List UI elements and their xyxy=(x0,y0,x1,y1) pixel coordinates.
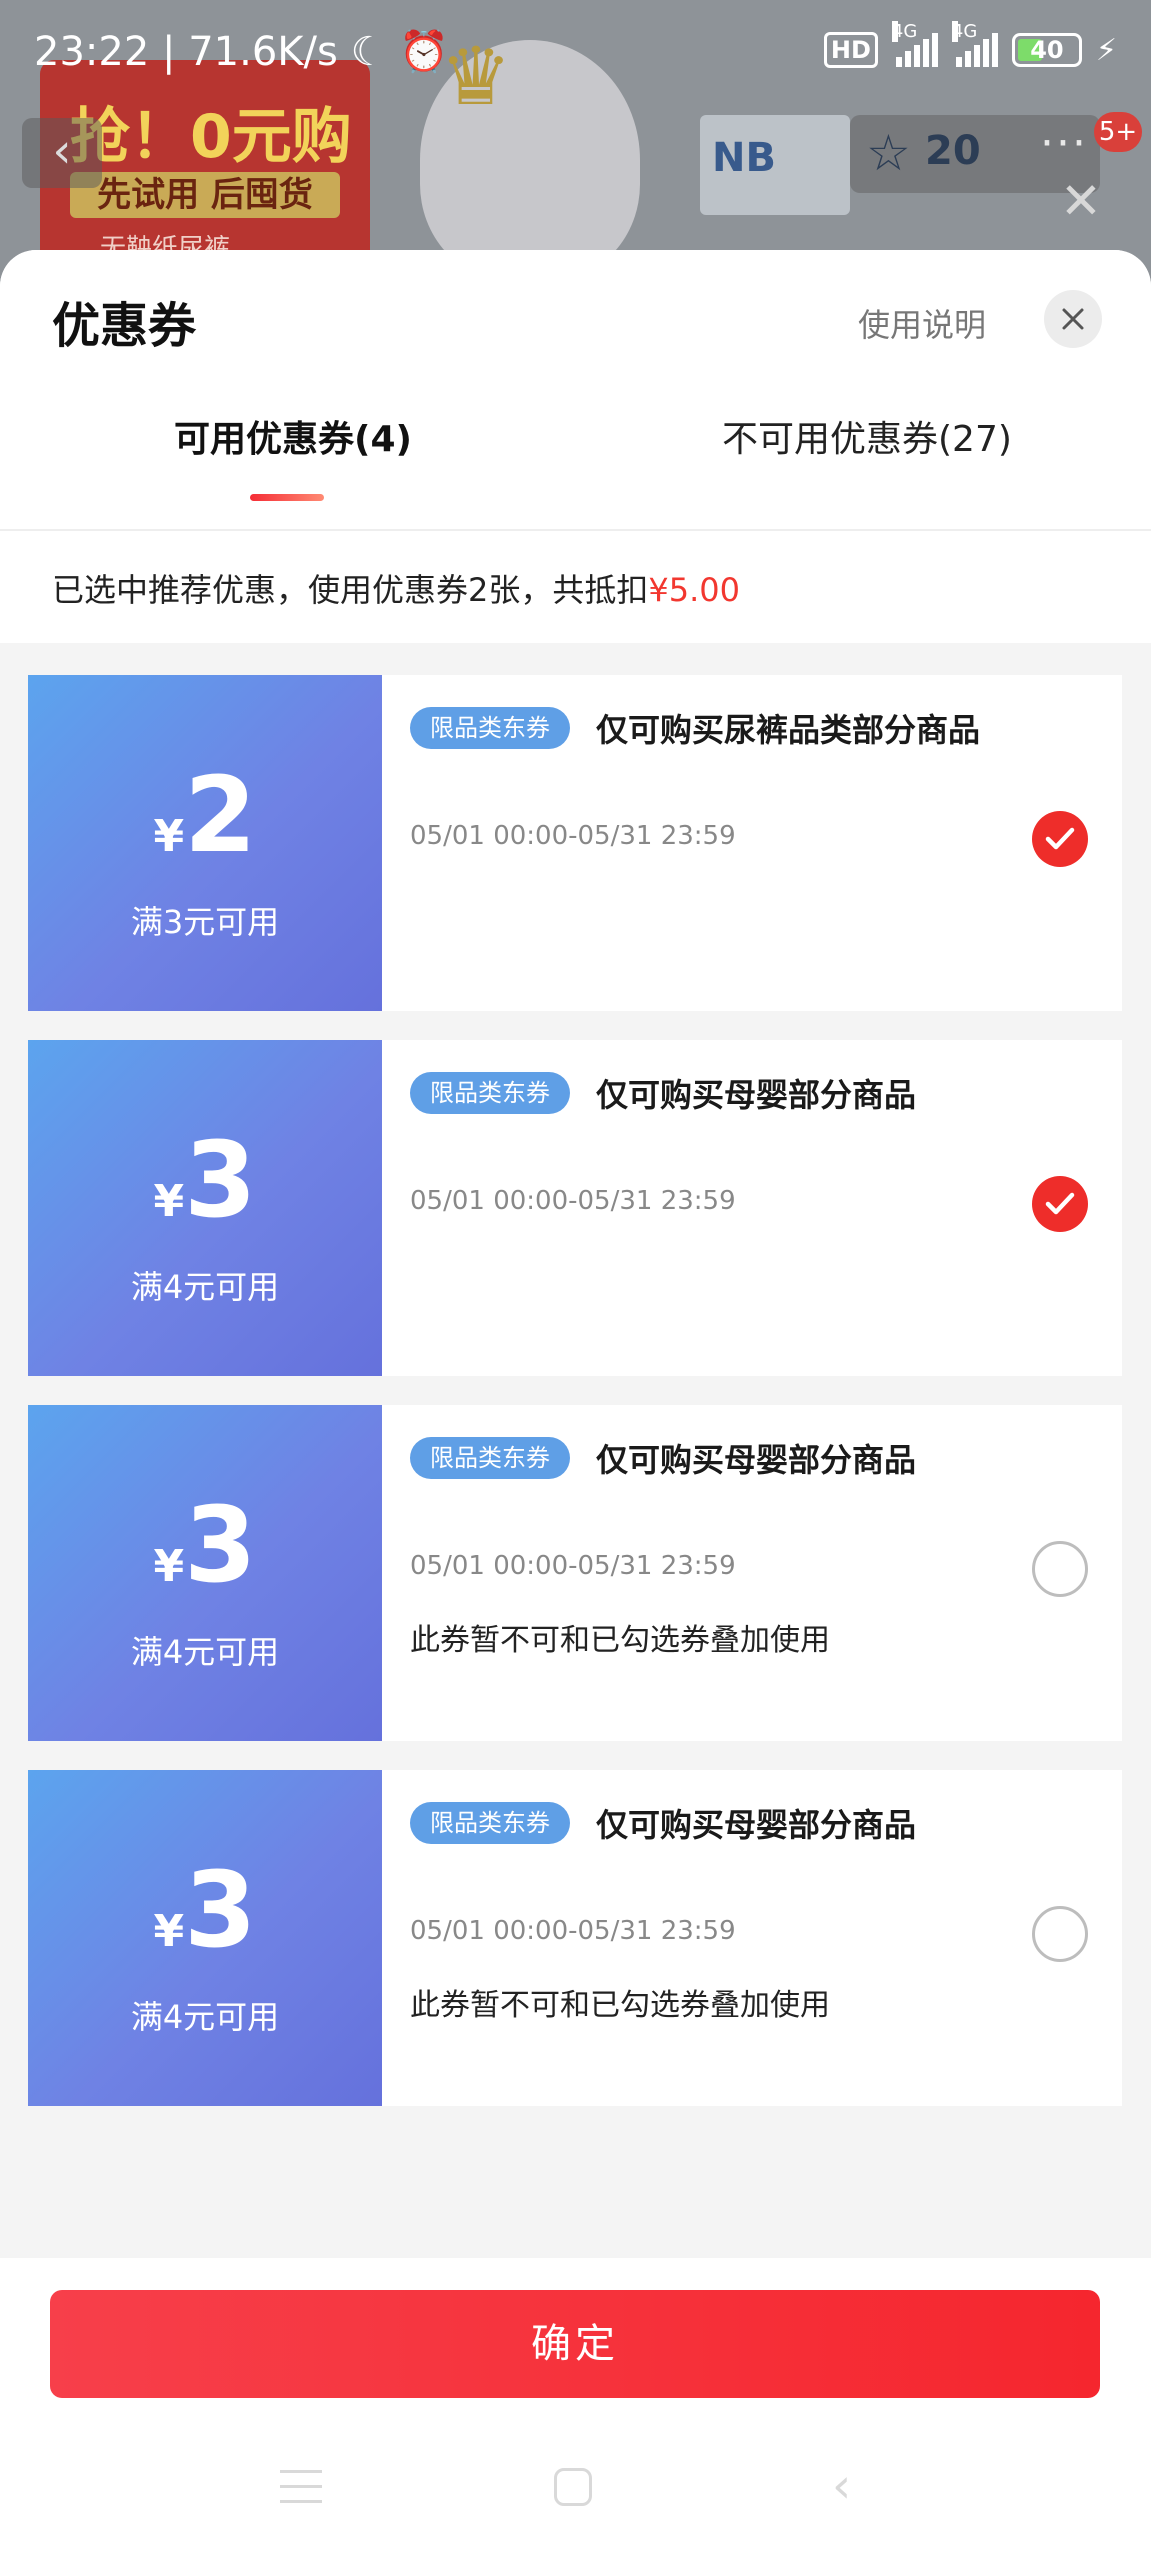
currency-symbol: ¥ xyxy=(153,1176,185,1227)
coupon-scope: 仅可购买母婴部分商品 xyxy=(596,1076,917,1114)
coupon-type-tag: 限品类东券 xyxy=(410,707,570,749)
coupon-value: 3 xyxy=(184,1484,257,1606)
coupon-checkbox-checked[interactable] xyxy=(1032,1176,1088,1232)
sheet-title: 优惠券 xyxy=(52,298,197,354)
nav-menu-icon[interactable] xyxy=(280,2470,322,2504)
coupon-card[interactable]: ¥3 满4元可用 限品类东券 仅可购买母婴部分商品 05/01 00:00-05… xyxy=(22,1770,1122,2106)
coupon-validity: 05/01 00:00-05/31 23:59 xyxy=(410,1551,736,1581)
close-icon xyxy=(1062,308,1084,330)
coupon-type-tag: 限品类东券 xyxy=(410,1437,570,1479)
clock: 23:22 xyxy=(34,29,150,75)
coupon-value-panel: ¥3 满4元可用 xyxy=(22,1770,382,2106)
follow-count: 20 xyxy=(925,128,981,174)
coupon-checkbox-checked[interactable] xyxy=(1032,811,1088,867)
status-separator: | xyxy=(162,29,189,75)
coupon-type-tag: 限品类东券 xyxy=(410,1802,570,1844)
coupon-scope: 仅可购买母婴部分商品 xyxy=(596,1806,917,1844)
summary-text: 已选中推荐优惠，使用优惠券2张，共抵扣¥5.00 xyxy=(52,565,740,611)
network-type-2: 4G xyxy=(951,21,978,42)
system-navigation-bar: ‹ xyxy=(0,2438,1151,2560)
signal-icon-2: 4G xyxy=(951,21,998,67)
confirm-button[interactable]: 确定 xyxy=(50,2290,1100,2398)
currency-symbol: ¥ xyxy=(153,1541,185,1592)
coupon-validity: 05/01 00:00-05/31 23:59 xyxy=(410,821,736,851)
network-type-1: 4G xyxy=(891,21,918,42)
coupon-validity: 05/01 00:00-05/31 23:59 xyxy=(410,1916,736,1946)
nav-back-icon[interactable]: ‹ xyxy=(832,2458,851,2514)
more-icon: ··· xyxy=(1040,118,1088,169)
coupon-stacking-note: 此券暂不可和已勾选券叠加使用 xyxy=(410,1623,830,1658)
currency-symbol: ¥ xyxy=(153,1906,185,1957)
check-icon xyxy=(1045,1192,1075,1215)
active-tab-indicator xyxy=(250,494,324,501)
coupon-card[interactable]: ¥3 满4元可用 限品类东券 仅可购买母婴部分商品 05/01 00:00-05… xyxy=(22,1405,1122,1741)
coupon-stacking-note: 此券暂不可和已勾选券叠加使用 xyxy=(410,1988,830,2023)
coupon-value: 3 xyxy=(184,1849,257,1971)
coupon-amount: ¥2 xyxy=(28,763,382,867)
coupon-amount: ¥3 xyxy=(28,1493,382,1597)
coupon-threshold: 满4元可用 xyxy=(130,1268,280,1306)
coupon-card[interactable]: ¥3 满4元可用 限品类东券 仅可购买母婴部分商品 05/01 00:00-05… xyxy=(22,1040,1122,1376)
check-icon xyxy=(1045,827,1075,850)
hd-voice-icon: HD xyxy=(823,32,878,68)
tab-available-coupons[interactable]: 可用优惠券(4) xyxy=(174,410,412,462)
tab-unavailable-coupons[interactable]: 不可用优惠券(27) xyxy=(722,410,1012,462)
back-arrow-icon: ‹ xyxy=(22,118,102,188)
coupon-type-tag: 限品类东券 xyxy=(410,1072,570,1114)
currency-symbol: ¥ xyxy=(153,811,185,862)
coupon-threshold: 满3元可用 xyxy=(130,903,280,941)
coupon-scope: 仅可购买尿裤品类部分商品 xyxy=(596,711,981,749)
coupon-value-panel: ¥3 满4元可用 xyxy=(22,1405,382,1741)
usage-instructions-link[interactable]: 使用说明 xyxy=(858,300,986,346)
charging-icon: ⚡ xyxy=(1095,32,1117,68)
radio-empty-icon[interactable] xyxy=(1032,1541,1088,1597)
battery-level: 40 xyxy=(1030,36,1064,64)
coupon-threshold: 满4元可用 xyxy=(130,1998,280,2036)
coupon-value: 2 xyxy=(184,754,257,876)
close-button[interactable] xyxy=(1044,290,1102,348)
alarm-icon: ⏰ xyxy=(399,29,449,75)
coupon-value-panel: ¥3 满4元可用 xyxy=(22,1040,382,1376)
status-bar: 23:22 | 71.6K/s ☾ ⏰ HD 4G 4G 40 ⚡ xyxy=(0,0,1151,105)
star-icon: ☆ xyxy=(866,124,911,182)
coupon-sheet: 优惠券 使用说明 可用优惠券(4) 不可用优惠券(27) 已选中推荐优惠，使用优… xyxy=(0,250,1151,2560)
status-right: HD 4G 4G 40 ⚡ xyxy=(823,21,1117,68)
moon-icon: ☾ xyxy=(350,29,387,75)
coupon-validity: 05/01 00:00-05/31 23:59 xyxy=(410,1186,736,1216)
summary-discount-amount: ¥5.00 xyxy=(648,571,740,609)
coupon-threshold: 满4元可用 xyxy=(130,1633,280,1671)
message-badge: 5+ xyxy=(1094,112,1142,152)
brand-logo-text: NB xyxy=(712,135,776,181)
sheet-header: 优惠券 使用说明 可用优惠券(4) 不可用优惠券(27) xyxy=(0,250,1151,531)
signal-icon: 4G xyxy=(891,21,938,67)
coupon-amount: ¥3 xyxy=(28,1128,382,1232)
promo-banner-subtitle: 先试用 后囤货 xyxy=(70,172,340,218)
coupon-card[interactable]: ¥2 满3元可用 限品类东券 仅可购买尿裤品类部分商品 05/01 00:00-… xyxy=(22,675,1122,1011)
battery-icon: 40 xyxy=(1011,33,1082,67)
radio-empty-icon[interactable] xyxy=(1032,1906,1088,1962)
nav-home-icon[interactable] xyxy=(554,2468,592,2506)
summary-label: 已选中推荐优惠，使用优惠券2张，共抵扣 xyxy=(52,571,649,609)
sheet-footer: 确定 ‹ xyxy=(0,2258,1151,2560)
status-left: 23:22 | 71.6K/s ☾ ⏰ xyxy=(34,28,449,75)
coupon-scope: 仅可购买母婴部分商品 xyxy=(596,1441,917,1479)
banner-close-icon: ✕ xyxy=(1060,172,1102,230)
coupon-amount: ¥3 xyxy=(28,1858,382,1962)
selection-summary: 已选中推荐优惠，使用优惠券2张，共抵扣¥5.00 xyxy=(0,531,1151,643)
coupon-value-panel: ¥2 满3元可用 xyxy=(22,675,382,1011)
network-speed: 71.6K/s xyxy=(188,29,338,75)
coupon-value: 3 xyxy=(184,1119,257,1241)
